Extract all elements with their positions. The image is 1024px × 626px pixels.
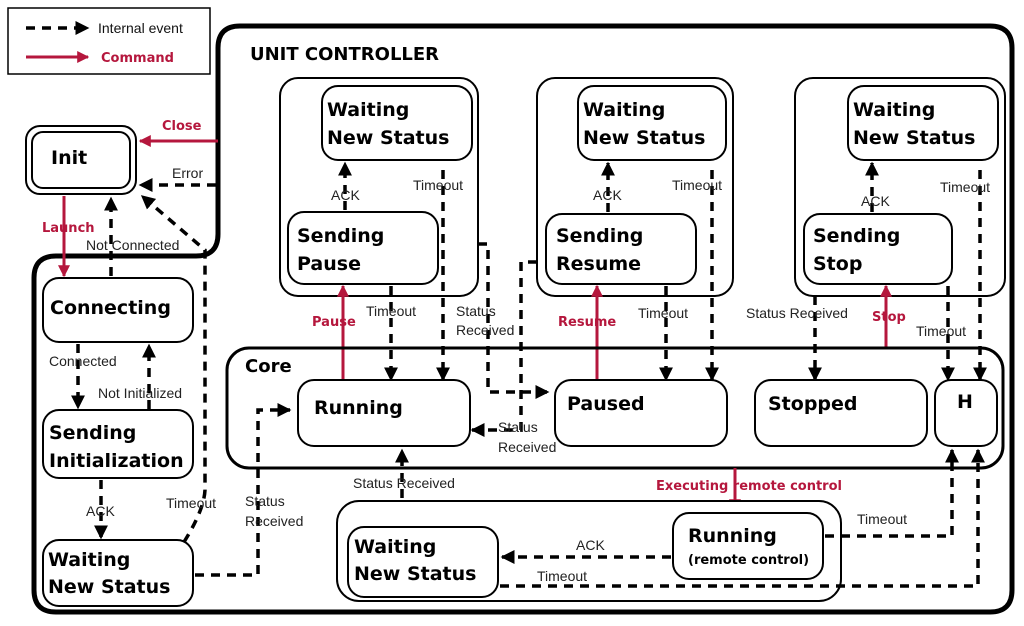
state-running-remote-line2: (remote control) (688, 553, 809, 568)
state-waiting-stop[interactable]: Waiting New Status (847, 85, 999, 161)
exec-remote-command-label: Executing remote control (656, 479, 842, 494)
state-waiting-pause-line1: Waiting (327, 99, 409, 121)
not-connected-event-label: Not Connected (86, 237, 179, 253)
timeout-resume-bottom-label: Timeout (638, 305, 688, 321)
state-init-label: Init (51, 147, 87, 169)
state-sending-pause[interactable]: Sending Pause (287, 211, 439, 285)
state-sending-resume-line2: Resume (556, 253, 641, 275)
close-command-label: Close (162, 119, 202, 134)
timeout-left-label: Timeout (166, 495, 216, 511)
state-waiting-bottom-line2: New Status (354, 563, 476, 585)
state-paused-label: Paused (567, 393, 645, 415)
state-waiting-left-line1: Waiting (48, 549, 130, 571)
state-waiting-left-line2: New Status (48, 576, 170, 598)
state-connecting[interactable]: Connecting (42, 277, 194, 343)
state-running-remote[interactable]: Running (remote control) (672, 512, 824, 580)
state-connecting-label: Connecting (50, 297, 171, 319)
ack-stop-label: ACK (861, 193, 890, 209)
timeout-remote-label: Timeout (857, 511, 907, 527)
state-sending-init-line1: Sending (49, 422, 136, 444)
state-waiting-left[interactable]: Waiting New Status (42, 539, 194, 607)
ack-resume-label: ACK (593, 187, 622, 203)
state-waiting-stop-line2: New Status (853, 127, 975, 149)
state-waiting-bottom[interactable]: Waiting New Status (347, 526, 499, 598)
error-event-label: Error (172, 165, 203, 181)
state-history[interactable]: H (934, 379, 998, 447)
core-title: Core (245, 356, 292, 377)
status-received-running-line2: Received (498, 439, 556, 455)
state-waiting-bottom-line1: Waiting (354, 536, 436, 558)
state-sending-resume-line1: Sending (556, 225, 643, 247)
state-machine-diagram: Internal event Command UNIT CONTROLLER I… (7, 7, 1015, 615)
state-sending-resume[interactable]: Sending Resume (545, 213, 697, 285)
state-waiting-resume-line2: New Status (583, 127, 705, 149)
timeout-resume-top-label: Timeout (672, 177, 722, 193)
state-running-label: Running (314, 397, 403, 419)
state-running[interactable]: Running (297, 379, 471, 447)
timeout-stop-bottom-label: Timeout (916, 323, 966, 339)
status-received-stop-label: Status Received (746, 305, 848, 321)
ack-bottom-label: ACK (576, 537, 605, 553)
state-sending-pause-line1: Sending (297, 225, 384, 247)
unit-controller-title: UNIT CONTROLLER (250, 44, 439, 65)
state-history-label: H (957, 391, 973, 413)
state-init[interactable]: Init (25, 125, 137, 195)
timeout-stop-top-label: Timeout (940, 179, 990, 195)
state-sending-init-line2: Initialization (49, 450, 184, 472)
timeout-bottom-label: Timeout (537, 568, 587, 584)
launch-command-label: Launch (42, 221, 95, 236)
state-running-remote-line1: Running (688, 525, 777, 547)
state-stopped-label: Stopped (768, 393, 858, 415)
status-received-running-arrow (470, 260, 537, 437)
legend-internal-event-label: Internal event (98, 20, 183, 36)
status-received-left-line1: Status (245, 493, 285, 509)
timeout-pause-top-label: Timeout (413, 177, 463, 193)
status-received-pause-line1: Status (456, 303, 496, 319)
resume-command-label: Resume (558, 315, 616, 330)
state-waiting-pause-line2: New Status (327, 127, 449, 149)
not-initialized-event-label: Not Initialized (98, 385, 182, 401)
state-sending-stop[interactable]: Sending Stop (803, 213, 953, 285)
state-sending-pause-line2: Pause (297, 253, 361, 275)
state-stopped[interactable]: Stopped (754, 379, 928, 447)
state-waiting-resume-line1: Waiting (583, 99, 665, 121)
timeout-pause-bottom-label: Timeout (366, 303, 416, 319)
connected-event-label: Connected (49, 353, 117, 369)
status-received-left-line2: Received (245, 513, 303, 529)
legend: Internal event Command (7, 7, 211, 75)
state-paused[interactable]: Paused (554, 379, 728, 447)
ack-pause-label: ACK (331, 187, 360, 203)
status-received-bottom-label: Status Received (353, 475, 455, 491)
state-waiting-resume[interactable]: Waiting New Status (577, 85, 727, 161)
status-received-pause-line2: Received (456, 322, 514, 338)
pause-command-label: Pause (312, 315, 356, 330)
state-waiting-pause[interactable]: Waiting New Status (321, 85, 473, 161)
status-received-running-line1: Status (498, 419, 538, 435)
state-sending-stop-line1: Sending (813, 225, 900, 247)
state-sending-initialization[interactable]: Sending Initialization (42, 409, 194, 479)
state-sending-stop-line2: Stop (813, 253, 862, 275)
stop-command-label: Stop (872, 310, 906, 325)
ack-left-label: ACK (86, 503, 115, 519)
legend-command-label: Command (101, 51, 174, 66)
state-waiting-stop-line1: Waiting (853, 99, 935, 121)
